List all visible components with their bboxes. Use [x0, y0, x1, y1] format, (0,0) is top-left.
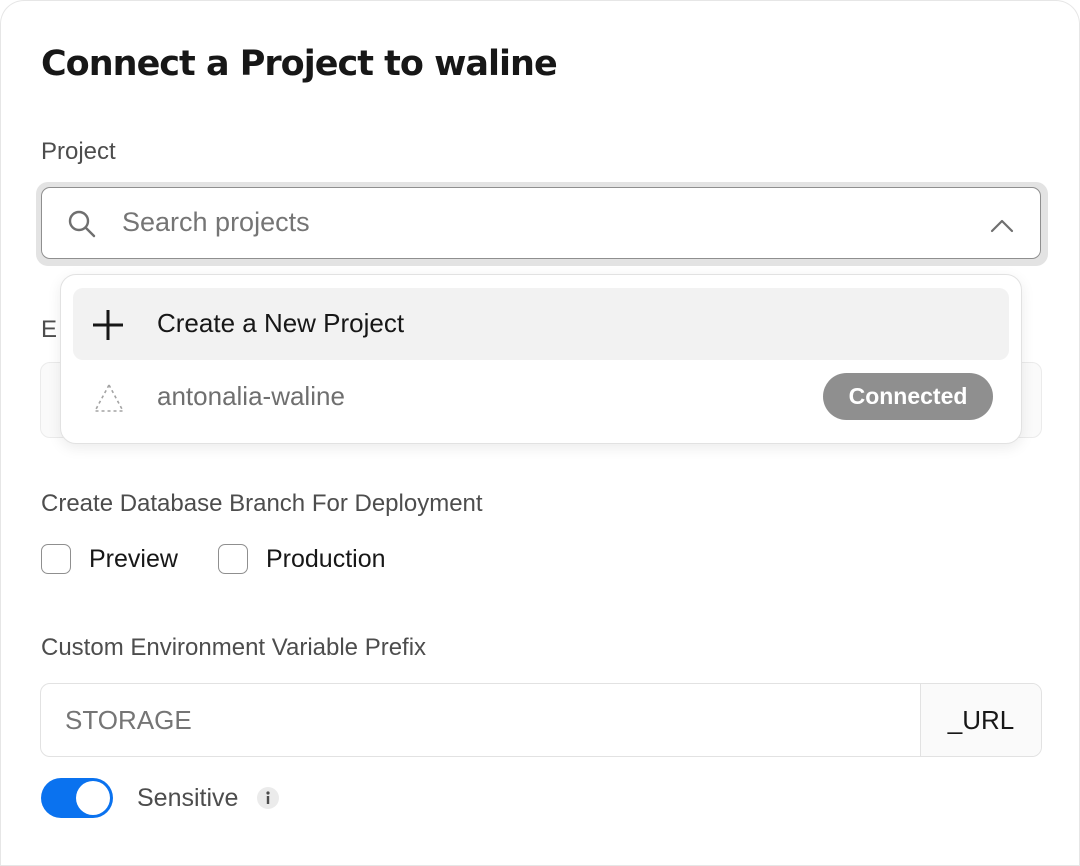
info-icon[interactable]	[256, 786, 280, 810]
prefix-field[interactable]: _URL	[40, 683, 1042, 757]
prefix-label: Custom Environment Variable Prefix	[41, 634, 427, 661]
project-label: Project	[41, 138, 116, 165]
vercel-triangle-icon	[93, 383, 125, 412]
prefix-input[interactable]	[65, 700, 905, 740]
sensitive-label: Sensitive	[137, 784, 239, 812]
production-checkbox[interactable]	[218, 544, 248, 574]
modal-title: Connect a Project to waline	[41, 44, 558, 84]
project-search-field[interactable]	[41, 187, 1041, 259]
create-new-project-option[interactable]: Create a New Project	[73, 288, 1009, 360]
toggle-knob	[76, 781, 110, 815]
branch-label: Create Database Branch For Deployment	[41, 490, 483, 517]
preview-checkbox[interactable]	[41, 544, 71, 574]
search-input[interactable]	[122, 202, 942, 242]
project-option-label: antonalia-waline	[157, 381, 345, 411]
connect-project-modal: Connect a Project to waline Project E Cr…	[0, 0, 1080, 866]
hidden-field-label: E	[41, 316, 58, 343]
preview-label: Preview	[89, 545, 178, 573]
create-new-project-label: Create a New Project	[157, 308, 405, 338]
project-dropdown: Create a New Project antonalia-waline Co…	[60, 274, 1022, 444]
project-option[interactable]: antonalia-waline Connected	[73, 361, 1009, 433]
sensitive-toggle[interactable]	[41, 778, 113, 818]
search-icon	[68, 210, 96, 238]
plus-icon	[93, 310, 123, 340]
prefix-suffix: _URL	[920, 684, 1041, 756]
production-label: Production	[266, 545, 386, 573]
chevron-up-icon[interactable]	[988, 212, 1016, 240]
connected-badge: Connected	[823, 373, 993, 420]
